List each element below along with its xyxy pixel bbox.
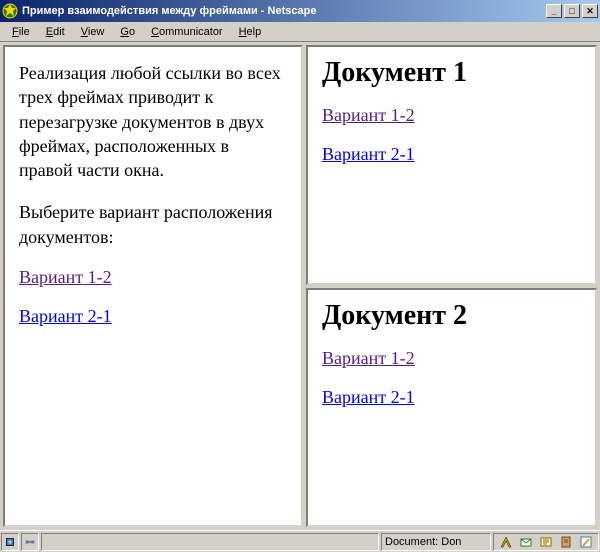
status-composer-icon[interactable]: [577, 533, 595, 551]
menu-bar: File Edit View Go Communicator Help: [0, 22, 600, 42]
doc1-link-variant-1-2[interactable]: Вариант 1-2: [322, 105, 415, 126]
window-title: Пример взаимодействия между фреймами - N…: [22, 5, 546, 17]
status-news-icon[interactable]: [537, 533, 555, 551]
title-bar: Пример взаимодействия между фреймами - N…: [0, 0, 600, 22]
menu-file[interactable]: File: [4, 24, 38, 40]
left-frame: Реализация любой ссылки во всех трех фре…: [3, 45, 303, 527]
close-button[interactable]: ✕: [582, 4, 598, 18]
menu-view[interactable]: View: [73, 24, 113, 40]
status-toolbar: [493, 533, 599, 551]
doc2-heading: Документ 2: [322, 300, 581, 332]
status-security-icon[interactable]: [1, 533, 19, 551]
status-bar: Document: Don: [0, 530, 600, 552]
left-link-variant-1-2[interactable]: Вариант 1-2: [19, 267, 112, 288]
left-paragraph-2: Выберите вариант расположения документов…: [19, 200, 287, 249]
netscape-icon: [2, 3, 18, 19]
left-paragraph-1: Реализация любой ссылки во всех трех фре…: [19, 61, 287, 182]
menu-help[interactable]: Help: [231, 24, 270, 40]
status-mail-icon[interactable]: [517, 533, 535, 551]
status-document-text: Document: Don: [381, 533, 491, 551]
menu-edit[interactable]: Edit: [38, 24, 73, 40]
status-nav-icon[interactable]: [497, 533, 515, 551]
menu-communicator[interactable]: Communicator: [143, 24, 231, 40]
minimize-button[interactable]: _: [546, 4, 562, 18]
frameset: Реализация любой ссылки во всех трех фре…: [0, 42, 600, 530]
status-progress-area: [41, 533, 379, 551]
doc2-link-variant-1-2[interactable]: Вариант 1-2: [322, 348, 415, 369]
doc1-heading: Документ 1: [322, 57, 581, 89]
maximize-button[interactable]: □: [564, 4, 580, 18]
doc2-link-variant-2-1[interactable]: Вариант 2-1: [322, 387, 415, 408]
bottom-right-frame: Документ 2 Вариант 1-2 Вариант 2-1: [306, 288, 597, 528]
status-online-icon[interactable]: [21, 533, 39, 551]
left-link-variant-2-1[interactable]: Вариант 2-1: [19, 306, 112, 327]
doc1-link-variant-2-1[interactable]: Вариант 2-1: [322, 144, 415, 165]
status-address-icon[interactable]: [557, 533, 575, 551]
menu-go[interactable]: Go: [112, 24, 143, 40]
top-right-frame: Документ 1 Вариант 1-2 Вариант 2-1: [306, 45, 597, 285]
